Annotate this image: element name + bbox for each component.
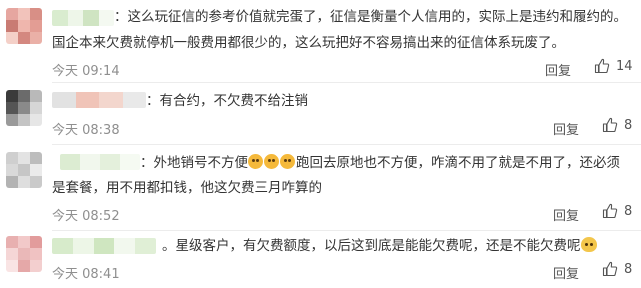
comment-time: 今天 09:14: [52, 64, 120, 79]
reply-button[interactable]: 回复: [553, 119, 579, 138]
like-button[interactable]: 14: [594, 58, 633, 74]
cat-emoji-icon: [580, 237, 597, 252]
comment-text-line2: 国企本来欠费就停机一般费用都很少的，这么玩把好不容易搞出来的征信体系玩废了。: [52, 35, 565, 51]
like-count: 8: [624, 117, 633, 133]
divider: [52, 82, 641, 83]
avatar[interactable]: [6, 90, 42, 126]
divider: [52, 144, 641, 145]
thumbs-up-icon: [602, 203, 618, 219]
like-button[interactable]: 8: [602, 117, 632, 133]
comment-text: ：这么玩征信的参考价值就完蛋了，征信是衡量个人信用的，实际上是违约和履约的。: [114, 9, 627, 25]
reply-button[interactable]: 回复: [545, 60, 571, 79]
embarrassed-emoji-icon: [264, 154, 279, 169]
comment-time: 今天 08:38: [52, 123, 120, 138]
like-count: 8: [624, 261, 633, 277]
comment-item: ：外地销号不方便 跑回去原地也不方便，咋滴不用了就是不用了，还必须 是套餐，用不用…: [0, 146, 641, 228]
thumbs-up-icon: [602, 117, 618, 133]
comment-text: ：外地销号不方便 跑回去原地也不方便，咋滴不用了就是不用了，还必须: [140, 154, 620, 171]
thumbs-up-icon: [594, 58, 610, 74]
avatar[interactable]: [6, 152, 42, 188]
embarrassed-emoji-icon: [280, 154, 295, 169]
like-count: 8: [624, 203, 633, 219]
comment-item: ：有合约，不欠费不给注销 今天 08:38 回复 8: [0, 84, 641, 142]
divider: [52, 230, 641, 231]
avatar[interactable]: [6, 8, 42, 44]
comment-time: 今天 08:41: [52, 267, 120, 282]
thumbs-up-icon: [602, 261, 618, 277]
like-button[interactable]: 8: [602, 203, 632, 219]
comment-item: 。星级客户，有欠费额度，以后这到底是能能欠费呢，还是不能欠费呢 今天 08:41…: [0, 232, 641, 288]
comment-item: ：这么玩征信的参考价值就完蛋了，征信是衡量个人信用的，实际上是违约和履约的。 国…: [0, 0, 641, 80]
comment-time: 今天 08:52: [52, 209, 120, 224]
like-count: 14: [616, 58, 633, 74]
comment-text: 。星级客户，有欠费额度，以后这到底是能能欠费呢，还是不能欠费呢: [52, 235, 627, 257]
avatar[interactable]: [6, 236, 42, 272]
reply-button[interactable]: 回复: [553, 263, 579, 282]
reply-button[interactable]: 回复: [553, 205, 579, 224]
embarrassed-emoji-icon: [248, 154, 263, 169]
comment-text-line2: 是套餐，用不用都扣钱，他这欠费三月咋算的: [52, 180, 322, 196]
like-button[interactable]: 8: [602, 261, 632, 277]
comment-text: ：有合约，不欠费不给注销: [146, 93, 308, 109]
